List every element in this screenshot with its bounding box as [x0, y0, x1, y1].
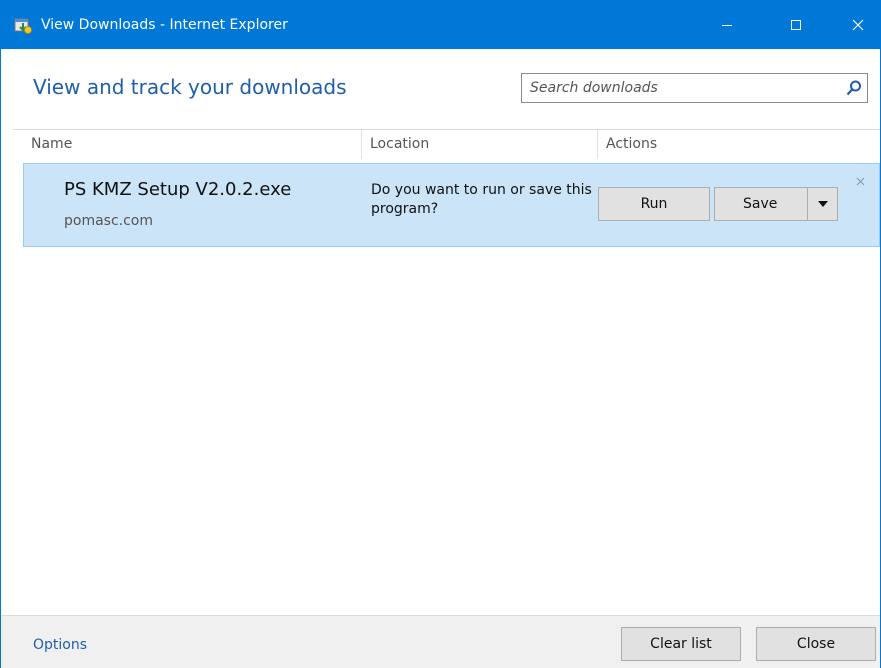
download-row[interactable]: PS KMZ Setup V2.0.2.exe pomasc.com Do yo… — [23, 163, 880, 247]
window-title: View Downloads - Internet Explorer — [41, 17, 288, 33]
download-file-name: PS KMZ Setup V2.0.2.exe — [64, 179, 292, 200]
search-icon[interactable] — [845, 79, 863, 97]
clear-list-button[interactable]: Clear list — [621, 627, 741, 661]
column-header: Name Location Actions — [13, 129, 880, 159]
close-icon — [856, 177, 865, 186]
search-input[interactable] — [522, 74, 832, 102]
internet-explorer-downloads-icon — [14, 16, 32, 34]
dismiss-download-button[interactable] — [854, 174, 868, 188]
page-heading: View and track your downloads — [33, 75, 347, 99]
save-button[interactable]: Save — [743, 196, 777, 212]
close-icon — [852, 19, 864, 31]
maximize-button[interactable] — [773, 1, 819, 49]
column-actions[interactable]: Actions — [597, 130, 879, 159]
close-button[interactable]: Close — [756, 627, 876, 661]
maximize-icon — [791, 20, 801, 30]
downloads-window: View Downloads - Internet Explorer View … — [0, 0, 881, 668]
run-button[interactable]: Run — [598, 187, 710, 221]
chevron-down-icon — [817, 201, 828, 207]
minimize-button[interactable] — [704, 1, 750, 49]
download-source: pomasc.com — [64, 213, 154, 229]
footer-bar: Options Clear list Close — [1, 615, 880, 668]
column-location[interactable]: Location — [361, 130, 597, 159]
save-dropdown-button[interactable] — [808, 188, 837, 220]
minimize-icon — [722, 25, 732, 26]
run-or-save-prompt: Do you want to run or save this program? — [371, 182, 592, 217]
title-bar[interactable]: View Downloads - Internet Explorer — [1, 1, 880, 49]
column-name[interactable]: Name — [23, 130, 360, 159]
save-split-button: Save — [714, 187, 838, 221]
search-box[interactable] — [521, 73, 868, 103]
close-window-button[interactable] — [835, 1, 881, 49]
options-link[interactable]: Options — [33, 636, 87, 654]
